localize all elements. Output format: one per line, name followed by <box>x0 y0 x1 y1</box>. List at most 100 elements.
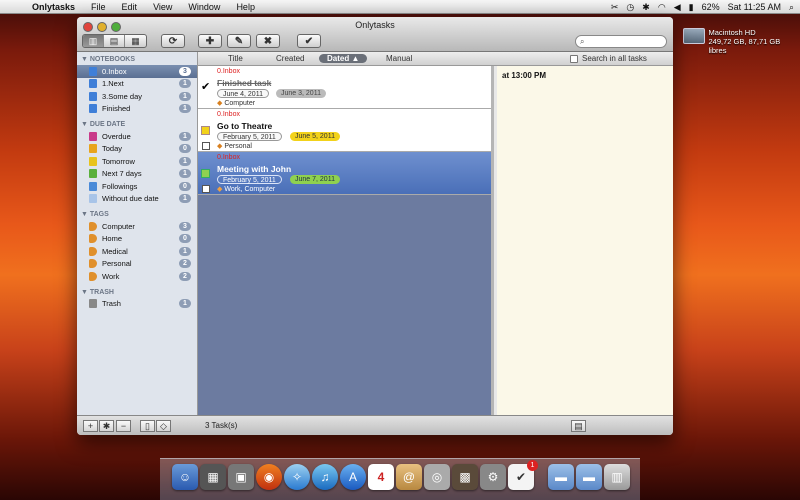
sort-title[interactable]: Title <box>228 54 243 63</box>
count-badge: 3 <box>179 221 191 231</box>
task-start-date: June 4, 2011 <box>217 89 269 98</box>
sidebar-item-next[interactable]: 1.Next 1 <box>77 78 197 91</box>
count-badge: 1 <box>179 79 191 89</box>
desktop-disk[interactable]: Macintosh HD 249,72 GB, 87,71 GB libres <box>683 28 798 55</box>
notes-icon <box>202 185 210 193</box>
sort-dated[interactable]: Dated ▲ <box>319 54 368 63</box>
safari-icon[interactable]: ✧ <box>284 464 310 490</box>
sidebar-item-today[interactable]: Today 0 <box>77 143 197 156</box>
task-checkbox[interactable] <box>201 169 210 178</box>
time-machine-icon[interactable]: ◷ <box>626 2 634 13</box>
address-book-icon[interactable]: @ <box>396 464 422 490</box>
sidebar-item-label: Tomorrow <box>102 156 135 166</box>
clock[interactable]: Sat 11:25 AM <box>728 2 781 12</box>
sidebar-item-home[interactable]: Home 0 <box>77 233 197 246</box>
tag-filter-icon[interactable]: ◇ <box>156 420 171 432</box>
preview-icon[interactable]: ◎ <box>424 464 450 490</box>
menu-help[interactable]: Help <box>228 2 263 12</box>
gear-icon[interactable]: ✱ <box>99 420 114 432</box>
note-icon[interactable]: ▤ <box>571 420 586 432</box>
sort-created[interactable]: Created <box>276 54 304 63</box>
scissors-icon[interactable]: ✂ <box>611 2 619 13</box>
sidebar-item-without-due-date[interactable]: Without due date 1 <box>77 193 197 206</box>
bluetooth-icon[interactable]: ✱ <box>642 2 650 13</box>
sidebar-item-trash[interactable]: Trash 1 <box>77 298 197 311</box>
documents-folder-icon[interactable]: ▬ <box>576 464 602 490</box>
menu-app-name[interactable]: Onlytasks <box>26 2 83 12</box>
wifi-icon[interactable]: ◠ <box>658 2 666 13</box>
title-bar: Onlytasks ▥ ▤ ▦ ⟳ ✚ ✎ ✖ ✔ ⌕ <box>77 17 673 52</box>
itunes-icon[interactable]: ♫ <box>312 464 338 490</box>
sidebar-item-inbox[interactable]: 0.Inbox 3 <box>77 65 197 78</box>
menu-window[interactable]: Window <box>180 2 228 12</box>
sidebar-item-next-7-days[interactable]: Next 7 days 1 <box>77 168 197 181</box>
remove-notebook-button[interactable]: − <box>116 420 131 432</box>
sidebar-item-some-day[interactable]: 3.Some day 1 <box>77 90 197 103</box>
task-checkbox[interactable] <box>201 126 210 135</box>
sidebar-item-label: Overdue <box>102 131 131 141</box>
complete-task-button[interactable]: ✔ <box>297 34 321 48</box>
menu-edit[interactable]: Edit <box>114 2 146 12</box>
battery-icon[interactable]: ▮ <box>689 2 694 13</box>
system-preferences-icon[interactable]: ⚙ <box>480 464 506 490</box>
completed-checkmark-icon[interactable]: ✔ <box>201 80 210 93</box>
calendar-week-icon <box>89 169 97 179</box>
sidebar-item-finished[interactable]: Finished 1 <box>77 103 197 116</box>
task-notes-pane[interactable]: at 13:00 PM <box>497 66 673 415</box>
trash-dock-icon[interactable]: ▥ <box>604 464 630 490</box>
sidebar-item-computer[interactable]: Computer 3 <box>77 220 197 233</box>
add-task-button[interactable]: ✚ <box>198 34 222 48</box>
mission-control-icon[interactable]: ▣ <box>228 464 254 490</box>
delete-task-button[interactable]: ✖ <box>256 34 280 48</box>
sort-manual[interactable]: Manual <box>386 54 412 63</box>
count-badge: 1 <box>179 246 191 256</box>
iphoto-icon[interactable]: ▩ <box>452 464 478 490</box>
tag-icon <box>89 234 97 244</box>
app-store-icon[interactable]: A <box>340 464 366 490</box>
search-all-checkbox[interactable] <box>570 54 578 63</box>
menu-file[interactable]: File <box>83 2 114 12</box>
sidebar-section-notebooks[interactable]: ▼ NOTEBOOKS <box>77 54 197 65</box>
sidebar-item-tomorrow[interactable]: Tomorrow 1 <box>77 155 197 168</box>
onlytasks-dock-icon[interactable]: ✔ 1 <box>508 460 538 490</box>
view-three-pane-icon[interactable]: ▥ <box>83 35 104 47</box>
search-all-tasks[interactable]: Search in all tasks <box>570 54 647 63</box>
sidebar-item-work[interactable]: Work 2 <box>77 270 197 283</box>
sidebar-item-medical[interactable]: Medical 1 <box>77 245 197 258</box>
calendar-followings-icon <box>89 181 97 191</box>
sidebar-item-followings[interactable]: Followings 0 <box>77 180 197 193</box>
view-mode-segment[interactable]: ▥ ▤ ▦ <box>82 34 147 48</box>
edit-task-button[interactable]: ✎ <box>227 34 251 48</box>
view-calendar-icon[interactable]: ▦ <box>125 35 146 47</box>
onlytasks-window: Onlytasks ▥ ▤ ▦ ⟳ ✚ ✎ ✖ ✔ ⌕ ▼ NOTEBOOKS … <box>77 17 673 435</box>
menu-view[interactable]: View <box>145 2 180 12</box>
dashboard-icon[interactable]: ▦ <box>200 464 226 490</box>
task-due-date: June 5, 2011 <box>290 132 340 141</box>
count-badge: 3 <box>179 66 191 76</box>
count-badge: 0 <box>179 234 191 244</box>
sidebar-section-due-date[interactable]: ▼ DUE DATE <box>77 119 197 130</box>
finder-icon[interactable]: ☺ <box>172 464 198 490</box>
tag-icon: ◆ <box>217 143 223 150</box>
view-two-pane-icon[interactable]: ▤ <box>104 35 125 47</box>
sidebar-section-tags[interactable]: ▼ TAGS <box>77 209 197 220</box>
sidebar-item-overdue[interactable]: Overdue 1 <box>77 130 197 143</box>
tag-icon <box>89 246 97 256</box>
volume-icon[interactable]: ◀ <box>674 2 681 13</box>
tag-icon: ◆ <box>217 186 223 193</box>
spotlight-icon[interactable]: ⌕ <box>789 2 794 13</box>
count-badge: 2 <box>179 259 191 269</box>
search-field[interactable]: ⌕ <box>575 35 667 48</box>
calendar-icon[interactable]: 4 <box>368 464 394 490</box>
task-row[interactable]: 0.Inbox Go to Theatre February 5, 2011 J… <box>198 109 491 152</box>
toggle-sidebar-icon[interactable]: ▯ <box>140 420 155 432</box>
add-notebook-button[interactable]: + <box>83 420 98 432</box>
firefox-icon[interactable]: ◉ <box>256 464 282 490</box>
sidebar-section-trash[interactable]: ▼ TRASH <box>77 287 197 298</box>
sidebar-item-personal[interactable]: Personal 2 <box>77 258 197 271</box>
task-row-selected[interactable]: 0.Inbox Meeting with John February 5, 20… <box>198 152 491 195</box>
task-row[interactable]: ✔ 0.Inbox Finished task June 4, 2011 Jun… <box>198 66 491 109</box>
applications-folder-icon[interactable]: ▬ <box>548 464 574 490</box>
sync-button[interactable]: ⟳ <box>161 34 185 48</box>
sidebar-item-label: Without due date <box>102 194 159 204</box>
